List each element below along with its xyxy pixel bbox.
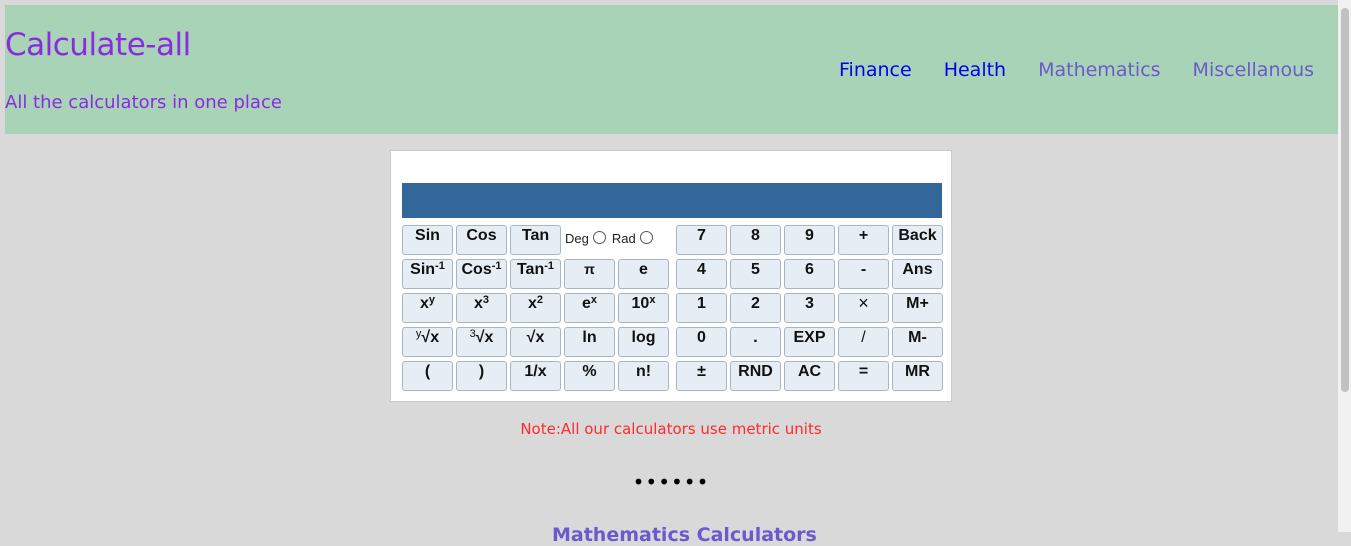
percent-button[interactable]: % (564, 361, 615, 391)
cube-sup: 3 (482, 294, 490, 306)
random-button[interactable]: RND (730, 361, 781, 391)
rad-radio[interactable] (639, 231, 653, 244)
site-subtitle: All the calculators in one place (5, 92, 282, 113)
page-scrollbar-thumb[interactable] (1341, 8, 1349, 392)
rad-label: Rad (611, 231, 636, 246)
ten-power-base: 10 (631, 295, 650, 312)
five-button[interactable]: 5 (730, 259, 781, 289)
site-header: Calculate-all All the calculators in one… (5, 5, 1338, 134)
asin-base: Sin (410, 261, 436, 278)
nav-miscellanous[interactable]: Miscellanous (1193, 59, 1315, 81)
two-button[interactable]: 2 (730, 293, 781, 323)
three-button[interactable]: 3 (784, 293, 835, 323)
angle-mode-selector: Deg Rad (565, 231, 673, 253)
exp-e-base: e (581, 295, 591, 312)
square-button[interactable]: x2 (510, 293, 561, 323)
ln-button[interactable]: ln (564, 327, 615, 357)
atan-base: Tan (516, 261, 545, 278)
site-title[interactable]: Calculate-all (5, 27, 191, 63)
four-button[interactable]: 4 (676, 259, 727, 289)
nav-health[interactable]: Health (944, 59, 1006, 81)
power-button[interactable]: xy (402, 293, 453, 323)
e-button[interactable]: e (618, 259, 669, 289)
square-sup: 2 (536, 294, 544, 306)
power-base: x (419, 295, 429, 312)
sin-button[interactable]: Sin (402, 225, 453, 255)
exp-e-sup: x (590, 294, 598, 306)
reciprocal-button[interactable]: 1/x (510, 361, 561, 391)
factorial-button[interactable]: n! (618, 361, 669, 391)
plus-minus-button[interactable]: ± (676, 361, 727, 391)
cube-base: x (473, 295, 483, 312)
calculator-display (402, 183, 942, 218)
right-paren-button[interactable]: ) (456, 361, 507, 391)
acos-base: Cos (461, 261, 492, 278)
nine-button[interactable]: 9 (784, 225, 835, 255)
tan-button[interactable]: Tan (510, 225, 561, 255)
asin-button[interactable]: Sin-1 (402, 259, 453, 289)
multiply-button[interactable]: × (838, 293, 889, 323)
ten-power-sup: x (649, 294, 656, 306)
scientific-calculator: Sin Cos Tan Deg Rad 7 8 9 + Back Sin-1 Co… (390, 150, 952, 402)
six-button[interactable]: 6 (784, 259, 835, 289)
memory-plus-button[interactable]: M+ (892, 293, 943, 323)
pi-button[interactable]: π (564, 259, 615, 289)
divide-button[interactable]: / (838, 327, 889, 357)
seven-button[interactable]: 7 (676, 225, 727, 255)
acos-sup: -1 (491, 260, 502, 272)
log-button[interactable]: log (618, 327, 669, 357)
eight-button[interactable]: 8 (730, 225, 781, 255)
decimal-button[interactable]: . (730, 327, 781, 357)
nav-mathematics[interactable]: Mathematics (1038, 59, 1160, 81)
cube-root-body: √x (475, 329, 494, 346)
acos-button[interactable]: Cos-1 (456, 259, 507, 289)
main-nav: Finance Health Mathematics Miscellanous (839, 59, 1346, 81)
cube-root-button[interactable]: 3√x (456, 327, 507, 357)
back-button[interactable]: Back (892, 225, 943, 255)
nav-finance[interactable]: Finance (839, 59, 912, 81)
atan-sup: -1 (544, 260, 555, 272)
ans-button[interactable]: Ans (892, 259, 943, 289)
exp-button[interactable]: EXP (784, 327, 835, 357)
exp-e-button[interactable]: ex (564, 293, 615, 323)
asin-sup: -1 (435, 260, 445, 272)
ten-power-button[interactable]: 10x (618, 293, 669, 323)
square-base: x (527, 295, 537, 312)
cube-button[interactable]: x3 (456, 293, 507, 323)
equals-button[interactable]: = (838, 361, 889, 391)
left-paren-button[interactable]: ( (402, 361, 453, 391)
sqrt-button[interactable]: √x (510, 327, 561, 357)
memory-recall-button[interactable]: MR (892, 361, 943, 391)
cos-button[interactable]: Cos (456, 225, 507, 255)
minus-button[interactable]: - (838, 259, 889, 289)
plus-button[interactable]: + (838, 225, 889, 255)
section-heading: Mathematics Calculators (552, 524, 817, 546)
yroot-body: √x (421, 329, 440, 346)
deg-label: Deg (565, 231, 589, 246)
deg-radio[interactable] (592, 231, 606, 244)
yroot-button[interactable]: y√x (402, 327, 453, 357)
atan-button[interactable]: Tan-1 (510, 259, 561, 289)
zero-button[interactable]: 0 (676, 327, 727, 357)
clear-all-button[interactable]: AC (784, 361, 835, 391)
power-sup: y (428, 294, 436, 306)
memory-minus-button[interactable]: M- (892, 327, 943, 357)
one-button[interactable]: 1 (676, 293, 727, 323)
slider-dots[interactable]: •••••• (0, 470, 1342, 494)
metric-units-note: Note:All our calculators use metric unit… (520, 420, 822, 438)
